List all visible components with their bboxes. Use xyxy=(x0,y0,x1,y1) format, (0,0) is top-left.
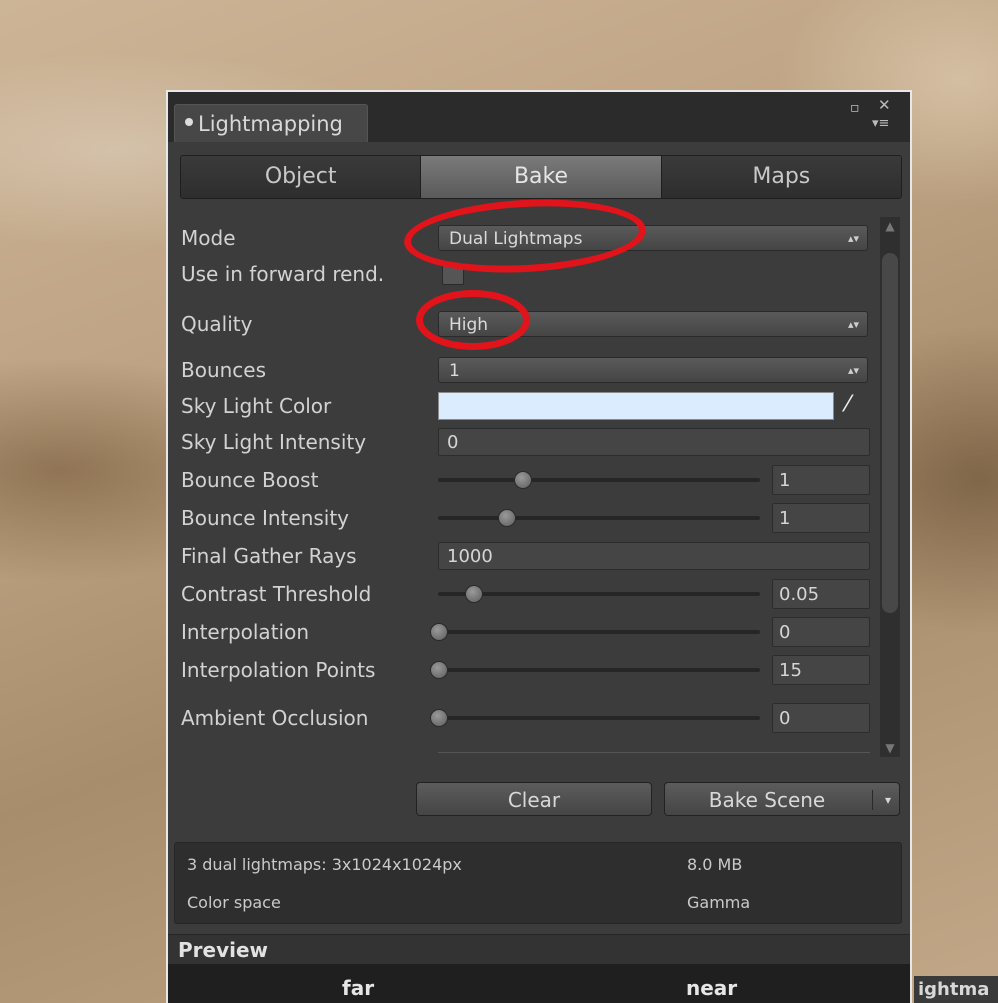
bounces-label: Bounces xyxy=(181,358,267,382)
slider-knob[interactable] xyxy=(497,509,516,527)
bake-scene-label: Bake Scene xyxy=(708,788,826,812)
scroll-up-icon[interactable]: ▲ xyxy=(882,219,898,233)
color-space-label: Color space xyxy=(187,893,281,912)
slider-knob[interactable] xyxy=(513,471,532,489)
scroll-down-icon[interactable]: ▼ xyxy=(882,741,898,755)
interpolation-field[interactable]: 0 xyxy=(772,617,870,647)
sky-color-label: Sky Light Color xyxy=(181,394,332,418)
mode-value: Dual Lightmaps xyxy=(449,229,583,249)
bounces-value: 1 xyxy=(449,361,460,381)
tab-menu-icon[interactable]: ▾≡ xyxy=(872,116,889,131)
mode-dropdown[interactable]: Dual Lightmaps ▴▾ xyxy=(438,225,868,251)
mode-tabs: Object Bake Maps xyxy=(180,155,902,199)
bounce-boost-label: Bounce Boost xyxy=(181,468,319,492)
forward-checkbox[interactable] xyxy=(442,263,464,285)
preview-header: Preview xyxy=(168,934,910,964)
mode-label: Mode xyxy=(181,226,236,250)
slider-knob[interactable] xyxy=(430,623,448,641)
scrollbar[interactable]: ▲ ▼ xyxy=(880,217,900,757)
bounce-intensity-field[interactable]: 1 xyxy=(772,503,870,533)
bounce-boost-row: Bounce Boost 1 xyxy=(168,464,910,496)
button-separator xyxy=(872,790,873,810)
bounce-intensity-label: Bounce Intensity xyxy=(181,506,350,530)
quality-row: Quality High ▴▾ xyxy=(168,308,910,340)
slider-knob[interactable] xyxy=(430,661,448,679)
final-gather-row: Final Gather Rays 1000 xyxy=(168,540,910,572)
bounces-row: Bounces 1 ▴▾ xyxy=(168,354,910,386)
ambient-occlusion-field[interactable]: 0 xyxy=(772,703,870,733)
quality-value: High xyxy=(449,315,489,335)
scrollbar-thumb[interactable] xyxy=(882,253,898,613)
lightmapping-tab[interactable]: Lightmapping xyxy=(174,104,368,142)
close-icon[interactable]: ✕ xyxy=(878,96,891,114)
quality-label: Quality xyxy=(181,312,253,336)
preview-area: far near xyxy=(168,964,910,1003)
lightmap-info: 3 dual lightmaps: 3x1024x1024px 8.0 MB C… xyxy=(174,842,902,924)
final-gather-field[interactable]: 1000 xyxy=(438,542,870,570)
tab-bake[interactable]: Bake xyxy=(421,156,662,198)
ambient-occlusion-slider[interactable] xyxy=(430,709,760,727)
field-divider xyxy=(438,752,870,753)
sky-intensity-row: Sky Light Intensity 0 xyxy=(168,426,910,458)
updown-arrow-icon: ▴▾ xyxy=(847,364,859,377)
final-gather-label: Final Gather Rays xyxy=(181,544,357,568)
bake-scene-button[interactable]: Bake Scene ▾ xyxy=(664,782,900,816)
interpolation-label: Interpolation xyxy=(181,620,309,644)
maximize-icon[interactable]: ▫ xyxy=(850,100,860,116)
color-space-value: Gamma xyxy=(687,893,751,912)
ambient-occlusion-row: Ambient Occlusion 0 xyxy=(168,702,910,734)
tab-title: Lightmapping xyxy=(198,112,343,136)
forward-row: Use in forward rend. xyxy=(168,258,910,290)
preview-far-label: far xyxy=(342,976,375,1000)
interp-points-slider[interactable] xyxy=(430,661,760,679)
mode-row: Mode Dual Lightmaps ▴▾ xyxy=(168,222,910,254)
bounce-intensity-row: Bounce Intensity 1 xyxy=(168,502,910,534)
lightmaps-count: 3 dual lightmaps: 3x1024x1024px xyxy=(187,855,462,874)
interpolation-row: Interpolation 0 xyxy=(168,616,910,648)
bounce-boost-field[interactable]: 1 xyxy=(772,465,870,495)
interp-points-field[interactable]: 15 xyxy=(772,655,870,685)
title-bar: Lightmapping ▫ ✕ ▾≡ xyxy=(168,92,910,142)
bake-settings: Mode Dual Lightmaps ▴▾ Use in forward re… xyxy=(168,212,910,762)
contrast-field[interactable]: 0.05 xyxy=(772,579,870,609)
clear-button[interactable]: Clear xyxy=(416,782,652,816)
background-window-title: ightma xyxy=(914,976,998,1003)
sky-color-row: Sky Light Color ⁄ xyxy=(168,390,910,422)
dropdown-arrow-icon[interactable]: ▾ xyxy=(885,783,891,817)
eyedropper-icon[interactable]: ⁄ xyxy=(846,392,850,417)
interpolation-slider[interactable] xyxy=(430,623,760,641)
contrast-label: Contrast Threshold xyxy=(181,582,372,606)
sky-intensity-label: Sky Light Intensity xyxy=(181,430,367,454)
updown-arrow-icon: ▴▾ xyxy=(847,232,859,245)
slider-knob[interactable] xyxy=(430,709,448,727)
tab-object[interactable]: Object xyxy=(181,156,422,198)
interp-points-label: Interpolation Points xyxy=(181,658,376,682)
interp-points-row: Interpolation Points 15 xyxy=(168,654,910,686)
tab-maps[interactable]: Maps xyxy=(661,156,901,198)
lightmapping-window: Lightmapping ▫ ✕ ▾≡ Object Bake Maps Mod… xyxy=(166,90,912,1003)
bounce-boost-slider[interactable] xyxy=(438,471,760,489)
forward-label: Use in forward rend. xyxy=(181,262,385,286)
lightmaps-size: 8.0 MB xyxy=(687,855,743,874)
quality-dropdown[interactable]: High ▴▾ xyxy=(438,311,868,337)
bounce-intensity-slider[interactable] xyxy=(438,509,760,527)
sky-intensity-field[interactable]: 0 xyxy=(438,428,870,456)
contrast-slider[interactable] xyxy=(438,585,760,603)
sky-color-swatch[interactable] xyxy=(438,392,834,420)
contrast-row: Contrast Threshold 0.05 xyxy=(168,578,910,610)
bounces-dropdown[interactable]: 1 ▴▾ xyxy=(438,357,868,383)
preview-near-label: near xyxy=(686,976,738,1000)
ambient-occlusion-label: Ambient Occlusion xyxy=(181,706,369,730)
updown-arrow-icon: ▴▾ xyxy=(847,318,859,331)
slider-knob[interactable] xyxy=(465,585,484,603)
lightbulb-icon xyxy=(185,118,193,126)
